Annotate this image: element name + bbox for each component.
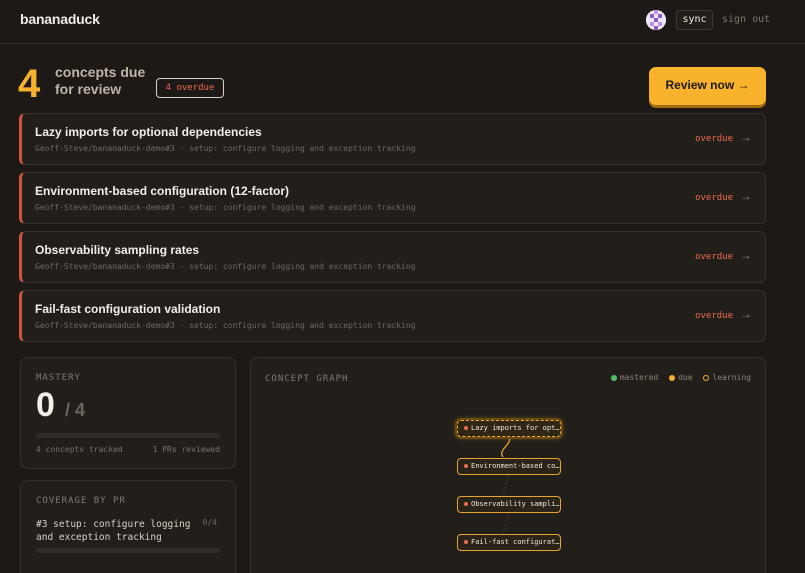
graph-node-label: Lazy imports for opt… bbox=[471, 424, 560, 432]
due-dot-icon bbox=[464, 464, 468, 468]
concept-title: Fail-fast configuration validation bbox=[35, 302, 221, 316]
graph-edge bbox=[501, 436, 511, 458]
sign-out-link[interactable]: sign out bbox=[722, 14, 770, 25]
arrow-right-icon: → bbox=[740, 307, 752, 321]
coverage-pr-count: 0/4 bbox=[202, 518, 217, 527]
due-heading-line1: concepts due bbox=[55, 64, 146, 80]
concept-card[interactable]: Observability sampling rates Geoff-Steve… bbox=[19, 231, 766, 283]
due-dot-icon bbox=[464, 426, 468, 430]
due-dot-icon bbox=[464, 502, 468, 506]
arrow-right-icon: → bbox=[740, 130, 752, 144]
concept-meta: Geoff-Steve/bananaduck-demo#3 · setup: c… bbox=[35, 203, 416, 212]
avatar[interactable] bbox=[646, 10, 666, 30]
top-bar: bananaduck sync sign out bbox=[0, 0, 805, 44]
overdue-status: overdue bbox=[695, 252, 733, 262]
concept-graph-panel: CONCEPT GRAPH mastered due learning Lazy… bbox=[250, 357, 766, 573]
graph-node-label: Observability sampli… bbox=[471, 500, 560, 508]
due-dot-icon bbox=[464, 540, 468, 544]
graph-edge bbox=[502, 512, 510, 534]
coverage-progress-bar bbox=[36, 548, 220, 553]
arrow-right-icon: → bbox=[740, 189, 752, 203]
overdue-status: overdue bbox=[695, 311, 733, 321]
concept-meta: Geoff-Steve/bananaduck-demo#3 · setup: c… bbox=[35, 321, 416, 330]
coverage-label: COVERAGE BY PR bbox=[36, 496, 126, 506]
sync-button[interactable]: sync bbox=[676, 10, 713, 30]
concept-card[interactable]: Fail-fast configuration validation Geoff… bbox=[19, 290, 766, 342]
concept-card[interactable]: Environment-based configuration (12-fact… bbox=[19, 172, 766, 224]
mastery-denominator: / 4 bbox=[65, 400, 86, 420]
concept-card[interactable]: Lazy imports for optional dependencies G… bbox=[19, 113, 766, 165]
mastery-value: 0 bbox=[36, 386, 55, 424]
graph-edge bbox=[502, 474, 510, 496]
graph-node[interactable]: Fail-fast configurat… bbox=[457, 534, 561, 551]
review-now-button[interactable]: Review now → bbox=[649, 67, 766, 105]
concept-meta: Geoff-Steve/bananaduck-demo#3 · setup: c… bbox=[35, 262, 416, 271]
coverage-panel: COVERAGE BY PR #3 setup: configure loggi… bbox=[20, 480, 236, 573]
prs-reviewed: 1 PRs reviewed bbox=[152, 445, 220, 454]
mastery-panel: MASTERY 0 / 4 4 concepts tracked 1 PRs r… bbox=[20, 357, 236, 469]
overdue-badge: 4 overdue bbox=[156, 78, 224, 98]
graph-node[interactable]: Lazy imports for opt… bbox=[457, 420, 561, 437]
overdue-status: overdue bbox=[695, 193, 733, 203]
graph-node-label: Fail-fast configurat… bbox=[471, 538, 560, 546]
overdue-status: overdue bbox=[695, 134, 733, 144]
arrow-right-icon: → bbox=[740, 248, 752, 262]
concept-title: Observability sampling rates bbox=[35, 243, 200, 257]
concepts-tracked: 4 concepts tracked bbox=[36, 445, 123, 454]
due-heading-line2: for review bbox=[55, 81, 122, 97]
coverage-pr-title[interactable]: #3 setup: configure logging and exceptio… bbox=[36, 518, 201, 544]
concept-meta: Geoff-Steve/bananaduck-demo#3 · setup: c… bbox=[35, 144, 416, 153]
concept-title: Environment-based configuration (12-fact… bbox=[35, 184, 290, 198]
brand-logo[interactable]: bananaduck bbox=[20, 11, 100, 27]
graph-node[interactable]: Observability sampli… bbox=[457, 496, 561, 513]
mastery-progress-bar bbox=[36, 433, 220, 438]
mastery-label: MASTERY bbox=[36, 373, 81, 383]
graph-node-label: Environment-based co… bbox=[471, 462, 560, 470]
due-heading: concepts due for review bbox=[55, 64, 165, 98]
concept-title: Lazy imports for optional dependencies bbox=[35, 125, 262, 139]
due-count: 4 bbox=[18, 62, 41, 106]
graph-node[interactable]: Environment-based co… bbox=[457, 458, 561, 475]
